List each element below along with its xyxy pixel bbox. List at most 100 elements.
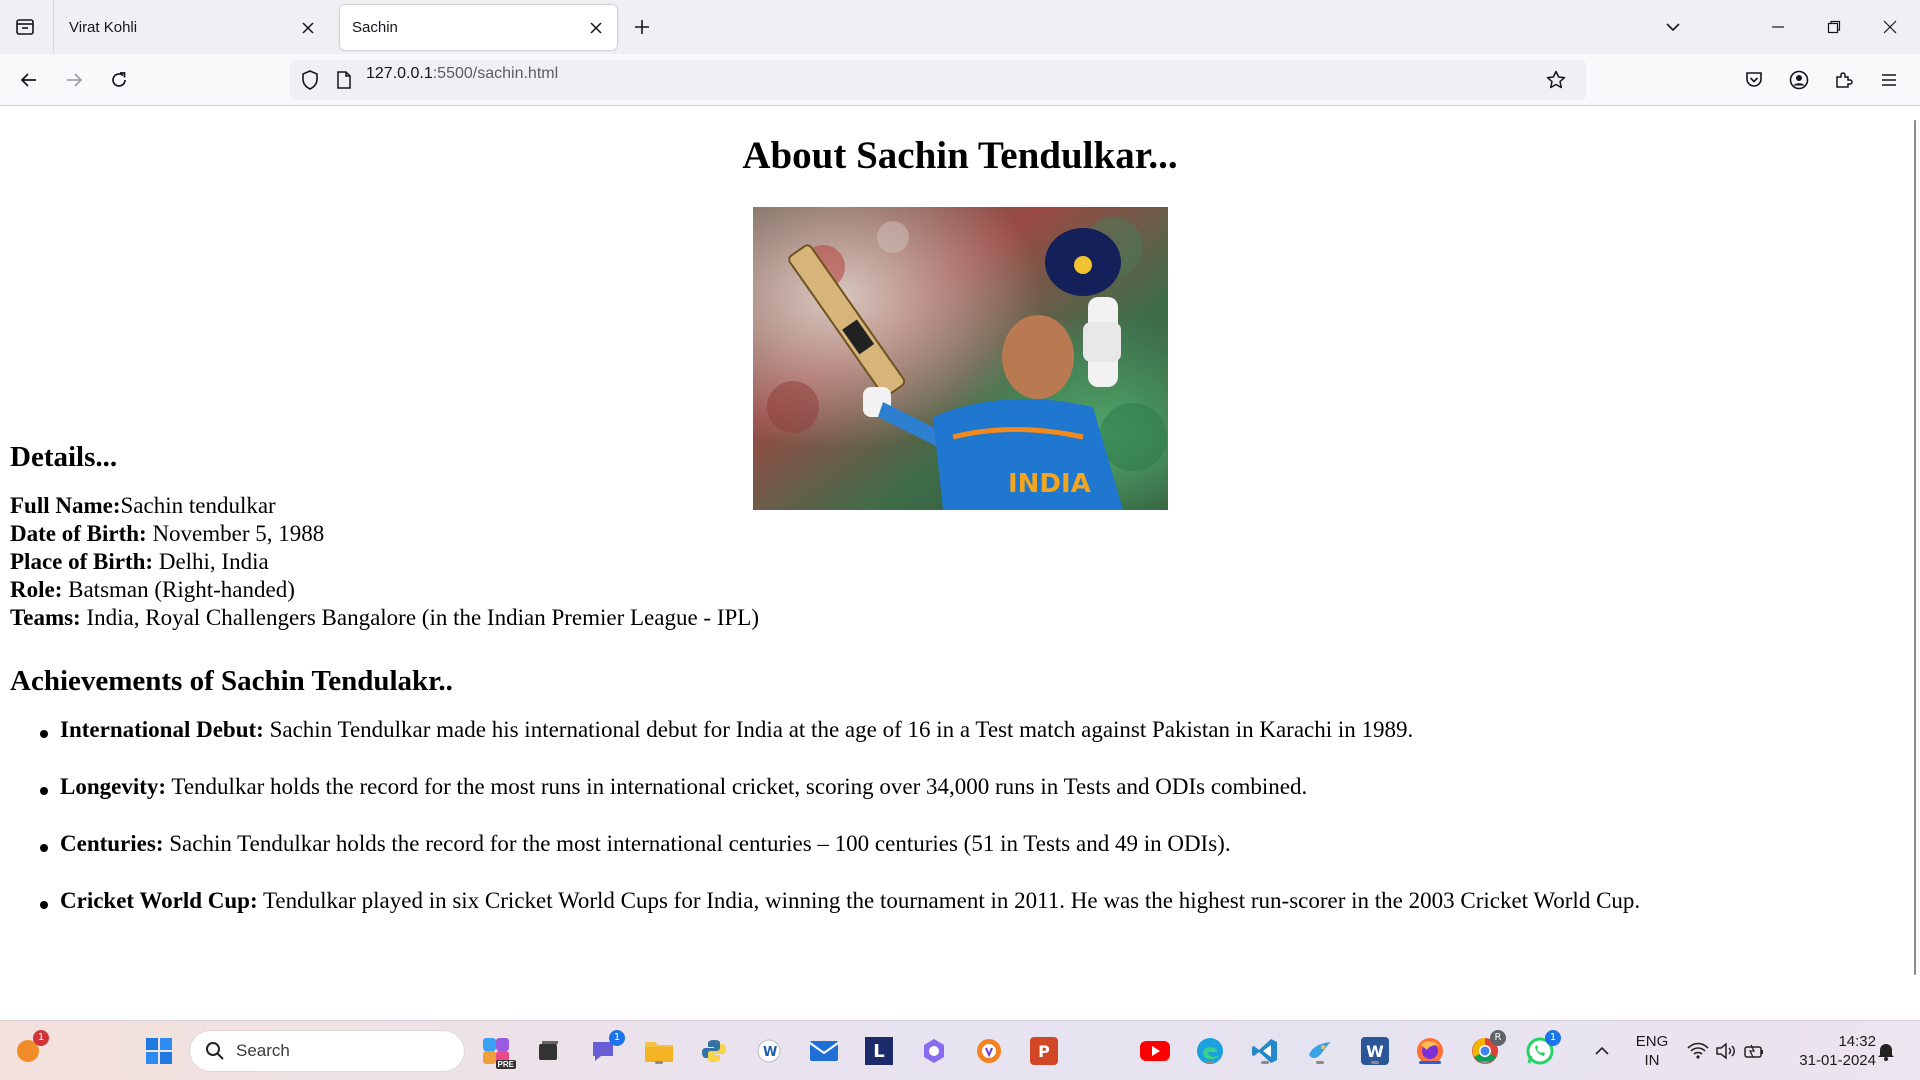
teams-chat-app[interactable]: 1: [588, 1030, 625, 1067]
app-icon: W: [757, 1039, 781, 1063]
notifications-button[interactable]: [1870, 1035, 1902, 1067]
detail-date-of-birth: Date of Birth: November 5, 1988: [10, 520, 759, 548]
forward-button[interactable]: [57, 63, 91, 97]
bell-icon: [1878, 1044, 1894, 1061]
wifi-icon: [1687, 1042, 1709, 1059]
clock-time: 14:32: [1838, 1033, 1876, 1050]
bookmark-star-icon[interactable]: [1546, 70, 1566, 90]
running-indicator: [1371, 1061, 1379, 1064]
photos-app[interactable]: [918, 1035, 950, 1067]
pocket-button[interactable]: [1737, 63, 1771, 97]
profile-badge: R: [1490, 1030, 1506, 1046]
shield-icon[interactable]: [300, 70, 320, 90]
extensions-button[interactable]: [1827, 63, 1861, 97]
detail-teams: Teams: India, Royal Challengers Bangalor…: [10, 604, 759, 632]
minimize-button[interactable]: [1750, 0, 1806, 54]
close-tab-button[interactable]: [295, 15, 321, 41]
arrow-left-icon: [20, 73, 36, 87]
preview-label: PRE: [495, 1060, 516, 1069]
achievement-text: Sachin Tendulkar made his international …: [263, 717, 1414, 742]
start-button[interactable]: [143, 1035, 175, 1067]
restore-icon: [1827, 20, 1841, 34]
tab-sachin[interactable]: Sachin: [340, 5, 617, 50]
detail-label: Full Name:: [10, 493, 121, 518]
firefox-app[interactable]: [1414, 1035, 1446, 1067]
task-view-button[interactable]: [532, 1035, 564, 1067]
list-item: Cricket World Cup: Tendulkar played in s…: [39, 888, 1640, 945]
chrome-app[interactable]: R: [1469, 1030, 1506, 1067]
youtube-app[interactable]: [1139, 1035, 1171, 1067]
battery-status[interactable]: [1738, 1035, 1770, 1067]
list-item: Longevity: Tendulkar holds the record fo…: [39, 774, 1640, 831]
account-icon: [1789, 70, 1809, 90]
file-explorer-app[interactable]: [643, 1035, 675, 1067]
detail-value: India, Royal Challengers Bangalore (in t…: [80, 605, 759, 630]
running-indicator: [655, 1061, 663, 1064]
close-tab-button[interactable]: [583, 15, 609, 41]
restore-button[interactable]: [1806, 0, 1862, 54]
page-scrollbar[interactable]: [1914, 120, 1916, 975]
vscode-app[interactable]: [1249, 1035, 1281, 1067]
notification-badge: 1: [1545, 1030, 1561, 1046]
details-heading: Details...: [10, 441, 118, 473]
clock[interactable]: 14:32 31-01-2024: [1780, 1032, 1876, 1070]
tab-virat-kohli[interactable]: Virat Kohli: [57, 5, 329, 50]
list-item: Centuries: Sachin Tendulkar holds the re…: [39, 831, 1640, 888]
page-content: About Sachin Tendulkar... INDIA Details.…: [0, 107, 1908, 1020]
search-icon: [206, 1042, 224, 1060]
reload-button[interactable]: [102, 63, 136, 97]
clipchamp-app[interactable]: W: [753, 1035, 785, 1067]
notification-badge: 1: [33, 1030, 49, 1046]
battery-icon: [1744, 1044, 1763, 1058]
arrow-right-icon: [67, 73, 83, 87]
achievement-label: Centuries:: [60, 831, 164, 856]
menu-button[interactable]: [1872, 63, 1906, 97]
achievement-text: Sachin Tendulkar holds the record for th…: [163, 831, 1231, 856]
language-code: ENG: [1635, 1033, 1669, 1050]
detail-value: November 5, 1988: [146, 521, 325, 546]
list-item: International Debut: Sachin Tendulkar ma…: [39, 717, 1640, 774]
achievements-list: International Debut: Sachin Tendulkar ma…: [39, 717, 1640, 945]
powerpoint-app[interactable]: P: [1028, 1035, 1060, 1067]
windows-taskbar: 1 Search PRE 1 W L P W R 1 ENG IN 14:32 …: [0, 1020, 1920, 1080]
minimize-icon: [1772, 26, 1784, 28]
achievement-label: Cricket World Cup:: [60, 888, 258, 913]
taskbar-search-box[interactable]: Search: [190, 1031, 464, 1071]
back-button[interactable]: [12, 63, 46, 97]
whatsapp-app[interactable]: 1: [1524, 1030, 1561, 1067]
clock-date: 31-01-2024: [1799, 1052, 1876, 1069]
weather-widget[interactable]: 1: [12, 1030, 49, 1067]
copilot-app[interactable]: PRE: [480, 1035, 516, 1069]
bird-app[interactable]: [1304, 1035, 1336, 1067]
details-list: Full Name:Sachin tendulkar Date of Birth…: [10, 492, 759, 632]
region-code: IN: [1644, 1052, 1660, 1069]
close-window-button[interactable]: [1862, 0, 1918, 54]
detail-role: Role: Batsman (Right-handed): [10, 576, 759, 604]
tab-title: Virat Kohli: [69, 19, 138, 36]
brave-vpn-app[interactable]: [973, 1035, 1005, 1067]
detail-label: Date of Birth:: [10, 521, 147, 546]
notification-badge: 1: [609, 1030, 625, 1046]
new-tab-button[interactable]: [627, 12, 657, 42]
tab-separator: [53, 0, 54, 54]
detail-full-name: Full Name:Sachin tendulkar: [10, 492, 759, 520]
edge-app[interactable]: [1194, 1035, 1226, 1067]
achievement-text: Tendulkar holds the record for the most …: [166, 774, 1308, 799]
detail-label: Role:: [10, 577, 63, 602]
tab-list-menu-button[interactable]: [8, 10, 42, 44]
jersey-text: INDIA: [1008, 469, 1091, 499]
navigation-toolbar: 127.0.0.1:5500/sachin.html: [0, 54, 1920, 106]
list-all-tabs-button[interactable]: [1658, 12, 1688, 42]
account-button[interactable]: [1782, 63, 1816, 97]
running-indicator: [1261, 1061, 1269, 1064]
word-app[interactable]: W: [1359, 1035, 1391, 1067]
python-app[interactable]: [698, 1035, 730, 1067]
mail-app[interactable]: [808, 1035, 840, 1067]
running-indicator: [1481, 1061, 1489, 1064]
l-app[interactable]: L: [863, 1035, 895, 1067]
language-indicator[interactable]: ENG IN: [1630, 1032, 1674, 1070]
pocket-icon: [1746, 72, 1762, 87]
url-text[interactable]: 127.0.0.1:5500/sachin.html: [366, 65, 558, 83]
show-hidden-icons-button[interactable]: [1586, 1035, 1618, 1067]
page-icon[interactable]: [334, 70, 354, 90]
